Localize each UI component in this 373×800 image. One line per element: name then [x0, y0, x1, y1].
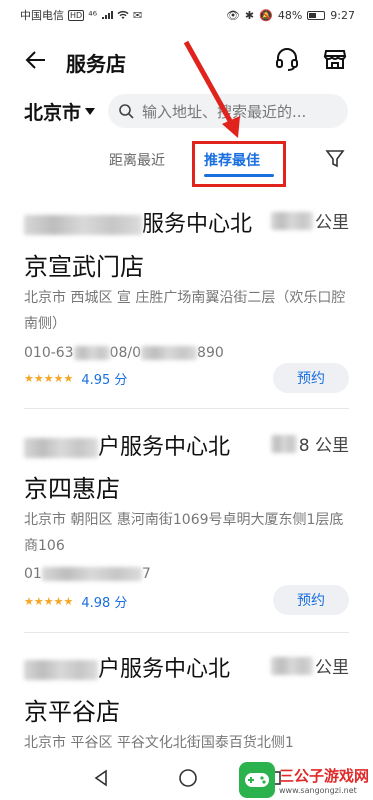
store-button[interactable] [320, 44, 350, 74]
battery-icon [307, 10, 326, 20]
rating-row: ★★★★★ 4.95 分 [24, 369, 127, 388]
redacted-text [24, 660, 98, 680]
city-dropdown[interactable]: 北京市 [24, 98, 96, 125]
rating-stars: ★★★★★ [24, 372, 74, 385]
customer-service-button[interactable] [272, 44, 302, 74]
eye-icon: 👁 [225, 8, 240, 22]
network-label: ⁴⁶ [88, 8, 98, 22]
store-name-line1: 户服务中心北 [24, 429, 230, 461]
phone-prefix: 01 [24, 566, 42, 582]
phone-suffix: 7 [141, 566, 151, 582]
redacted-text [270, 434, 297, 453]
redacted-text [73, 346, 110, 360]
notification-icon: ✉ [133, 8, 143, 22]
status-bar: 中国电信 HD ⁴⁶ ✉ 👁 ✱ 🔕 48% 9:27 [0, 0, 373, 30]
watermark: 三公子游戏网 www.sangongzi.net [238, 762, 369, 798]
store-name-line2: 京平谷店 [24, 698, 120, 726]
store-name-text: 户服务中心北 [98, 435, 231, 460]
store-name-text: 服务中心北 [142, 212, 253, 237]
store-address: 北京市 朝阳区 惠河南街1069号卓明大厦东侧1层底商106 [24, 512, 344, 554]
highlight-annotation-box [192, 141, 286, 187]
phone-prefix: 010-63 [24, 345, 74, 361]
back-button[interactable] [22, 46, 50, 74]
store-name-line2: 京宣武门店 [24, 253, 144, 281]
store-name-text: 户服务中心北 [98, 657, 231, 682]
wifi-icon [117, 10, 129, 19]
bluetooth-icon: ✱ [244, 8, 255, 22]
tab-nearest[interactable]: 距离最近 [109, 150, 165, 170]
phone-suffix: 890 [197, 345, 224, 361]
distance-unit: 公里 [315, 213, 349, 233]
caret-down-icon [85, 107, 96, 115]
rating-row: ★★★★★ 4.98 分 [24, 592, 127, 611]
page-title: 服务店 [66, 52, 126, 76]
store-phone[interactable]: 010-63 08/0 890 [24, 345, 224, 361]
nav-home-icon[interactable] [178, 768, 198, 788]
store-icon [323, 50, 347, 69]
rating-value: 4.98 分 [81, 596, 128, 611]
store-name-line1: 户服务中心北 [24, 651, 230, 683]
rating-stars: ★★★★★ [24, 595, 74, 608]
filter-icon [325, 150, 345, 168]
battery-fill [309, 12, 317, 18]
app-header: 服务店 [0, 38, 373, 82]
headset-icon [276, 48, 298, 71]
back-arrow-icon [25, 51, 45, 69]
watermark-logo-icon [238, 762, 275, 798]
rating-value: 4.95 分 [81, 373, 128, 388]
store-address: 北京市 西城区 宣 庄胜广场南翼沿街二层（欢乐口腔南侧） [24, 290, 346, 332]
search-icon [119, 104, 134, 119]
divider [24, 632, 349, 633]
store-address: 北京市 平谷区 平谷文化北街国泰百货北侧1 [24, 735, 294, 751]
filter-button[interactable] [322, 146, 348, 172]
status-left: 中国电信 HD ⁴⁶ ✉ [20, 7, 142, 23]
store-name-line1: 服务中心北 [24, 206, 252, 238]
divider [24, 408, 349, 409]
search-input[interactable]: 输入地址、搜索最近的... [108, 94, 348, 128]
distance-unit: 公里 [315, 658, 349, 678]
redacted-text [24, 215, 142, 235]
phone-mid: 08/0 [109, 345, 142, 361]
distance-unit: 8 公里 [298, 436, 349, 456]
search-placeholder: 输入地址、搜索最近的... [142, 102, 307, 121]
battery-percent: 48% [277, 8, 303, 22]
store-phone[interactable]: 01 7 [24, 566, 151, 582]
watermark-text: 三公子游戏网 www.sangongzi.net [279, 765, 369, 795]
hd-badge: HD [68, 9, 85, 21]
nav-back-icon[interactable] [92, 769, 110, 787]
store-distance: 公里 [271, 208, 349, 233]
store-name-line2: 京四惠店 [24, 475, 120, 503]
book-button[interactable]: 预约 [273, 585, 349, 615]
store-distance: 8 公里 [270, 431, 349, 456]
redacted-text [141, 346, 198, 360]
watermark-title: 三公子游戏网 [278, 767, 369, 785]
status-right: 👁 ✱ 🔕 48% 9:27 [226, 9, 355, 22]
city-label: 北京市 [24, 102, 82, 124]
mute-icon: 🔕 [259, 8, 273, 22]
redacted-text [271, 211, 313, 230]
store-distance: 公里 [271, 653, 349, 678]
redacted-text [271, 656, 313, 675]
redacted-text [41, 567, 142, 581]
gamepad-icon [244, 773, 269, 787]
book-button[interactable]: 预约 [273, 363, 349, 393]
watermark-url: www.sangongzi.net [278, 786, 357, 795]
signal-icon [102, 11, 114, 19]
clock: 9:27 [330, 8, 355, 22]
carrier-label: 中国电信 [20, 9, 64, 22]
redacted-text [24, 438, 98, 458]
